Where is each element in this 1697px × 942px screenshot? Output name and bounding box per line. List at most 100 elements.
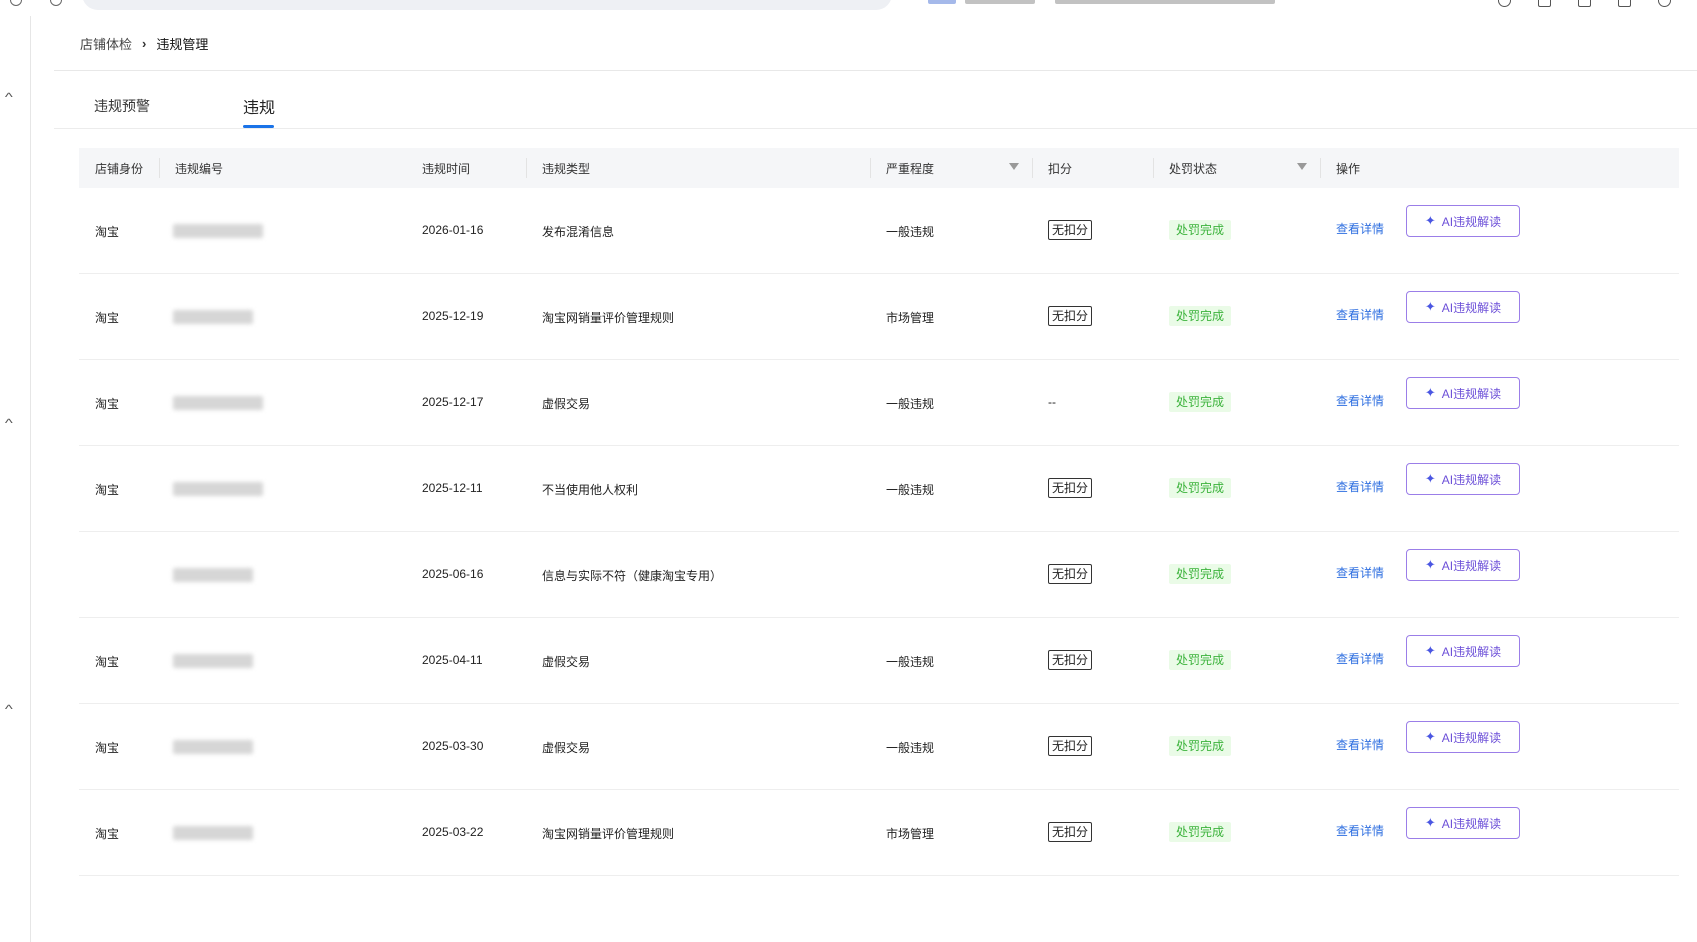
toolbar-icon[interactable] — [1498, 0, 1511, 7]
view-detail-link[interactable]: 查看详情 — [1336, 564, 1384, 581]
status-badge: 处罚完成 — [1169, 392, 1232, 412]
view-detail-link[interactable]: 查看详情 — [1336, 822, 1384, 839]
filter-icon[interactable] — [1297, 163, 1307, 170]
back-icon[interactable] — [10, 0, 22, 6]
toolbar-icon[interactable] — [1578, 0, 1591, 7]
header-status: 处罚状态 — [1169, 162, 1218, 176]
sparkle-icon: ✦ — [1424, 471, 1436, 486]
divider — [54, 70, 1697, 71]
sparkle-icon: ✦ — [1424, 213, 1436, 228]
cell-severity: 一般违规 — [886, 483, 935, 497]
view-detail-link[interactable]: 查看详情 — [1336, 478, 1384, 495]
browser-toolbar — [0, 0, 1697, 16]
blurred-code — [173, 654, 253, 668]
view-detail-link[interactable]: 查看详情 — [1336, 736, 1384, 753]
browser-tab-indicator[interactable] — [965, 0, 1035, 4]
cell-identity: 淘宝 — [95, 483, 120, 497]
ai-button-label: AI违规解读 — [1441, 300, 1502, 315]
sparkle-icon: ✦ — [1424, 729, 1436, 744]
ai-interpret-button[interactable]: ✦ AI违规解读 — [1406, 205, 1520, 237]
tab-violation-warning[interactable]: 违规预警 — [94, 96, 150, 116]
table-row: 淘宝 2026-01-16 发布混淆信息 一般违规 无扣分 处罚完成 查看详情 … — [79, 188, 1679, 274]
ai-interpret-button[interactable]: ✦ AI违规解读 — [1406, 807, 1520, 839]
ai-interpret-button[interactable]: ✦ AI违规解读 — [1406, 291, 1520, 323]
cell-type: 淘宝网销量评价管理规则 — [542, 311, 675, 325]
deduction-badge: 无扣分 — [1048, 478, 1093, 498]
breadcrumb-separator: › — [142, 36, 147, 51]
cell-time: 2025-06-16 — [422, 567, 484, 581]
status-badge: 处罚完成 — [1169, 220, 1232, 240]
chevron-up-icon[interactable]: ^ — [5, 702, 13, 716]
cell-type: 淘宝网销量评价管理规则 — [542, 827, 675, 841]
cell-identity: 淘宝 — [95, 225, 120, 239]
ai-button-label: AI违规解读 — [1441, 730, 1502, 745]
blurred-code — [173, 310, 253, 324]
breadcrumb: 店铺体检 › 违规管理 — [80, 34, 208, 53]
status-badge: 处罚完成 — [1169, 306, 1232, 326]
blurred-code — [173, 482, 263, 496]
info-icon[interactable] — [50, 0, 62, 6]
status-badge: 处罚完成 — [1169, 478, 1232, 498]
column-divider — [1032, 158, 1033, 178]
blurred-code — [173, 740, 253, 754]
ai-interpret-button[interactable]: ✦ AI违规解读 — [1406, 377, 1520, 409]
deduction-badge: 无扣分 — [1048, 650, 1093, 670]
cell-identity: 淘宝 — [95, 741, 120, 755]
view-detail-link[interactable]: 查看详情 — [1336, 306, 1384, 323]
ai-button-label: AI违规解读 — [1441, 214, 1502, 229]
address-bar[interactable] — [82, 0, 892, 10]
deduction-badge: 无扣分 — [1048, 306, 1093, 326]
tab-violation[interactable]: 违规 — [243, 94, 275, 118]
browser-tab-indicator[interactable] — [928, 0, 956, 4]
ai-interpret-button[interactable]: ✦ AI违规解读 — [1406, 721, 1520, 753]
column-divider — [526, 158, 527, 178]
sparkle-icon: ✦ — [1424, 815, 1436, 830]
toolbar-icon[interactable] — [1538, 0, 1551, 7]
cell-identity: 淘宝 — [95, 655, 120, 669]
ai-button-label: AI违规解读 — [1441, 472, 1502, 487]
cell-time: 2025-12-17 — [422, 395, 484, 409]
chevron-up-icon[interactable]: ^ — [5, 90, 13, 104]
ai-interpret-button[interactable]: ✦ AI违规解读 — [1406, 549, 1520, 581]
cell-identity: 淘宝 — [95, 397, 120, 411]
cell-time: 2025-03-22 — [422, 825, 484, 839]
cell-severity: 市场管理 — [886, 311, 935, 325]
ai-button-label: AI违规解读 — [1441, 644, 1502, 659]
deduction-badge: 无扣分 — [1048, 736, 1093, 756]
table-row: 淘宝 2025-03-22 淘宝网销量评价管理规则 市场管理 无扣分 处罚完成 … — [79, 790, 1679, 876]
browser-tab-indicator[interactable] — [1055, 0, 1275, 4]
toolbar-icon[interactable] — [1618, 0, 1631, 7]
blurred-code — [173, 826, 253, 840]
header-severity: 严重程度 — [886, 162, 935, 176]
filter-icon[interactable] — [1009, 163, 1019, 170]
status-badge: 处罚完成 — [1169, 736, 1232, 756]
sparkle-icon: ✦ — [1424, 557, 1436, 572]
blurred-code — [173, 224, 263, 238]
ai-interpret-button[interactable]: ✦ AI违规解读 — [1406, 635, 1520, 667]
cell-severity: 一般违规 — [886, 225, 935, 239]
cell-identity: 淘宝 — [95, 311, 120, 325]
ai-interpret-button[interactable]: ✦ AI违规解读 — [1406, 463, 1520, 495]
column-divider — [1153, 158, 1154, 178]
cell-time: 2025-12-11 — [422, 481, 483, 495]
column-divider — [1320, 158, 1321, 178]
ai-button-label: AI违规解读 — [1441, 386, 1502, 401]
cell-type: 信息与实际不符（健康淘宝专用） — [542, 569, 723, 583]
chevron-up-icon[interactable]: ^ — [5, 416, 13, 430]
violation-table: 店铺身份 违规编号 违规时间 违规类型 严重程度 扣分 处罚状态 操作 淘宝 2… — [79, 148, 1679, 876]
header-deduction: 扣分 — [1048, 162, 1073, 176]
cell-type: 发布混淆信息 — [542, 225, 615, 239]
view-detail-link[interactable]: 查看详情 — [1336, 650, 1384, 667]
table-row: 淘宝 2025-12-11 不当使用他人权利 一般违规 无扣分 处罚完成 查看详… — [79, 446, 1679, 532]
cell-time: 2025-04-11 — [422, 653, 483, 667]
cell-type: 虚假交易 — [542, 397, 591, 411]
status-badge: 处罚完成 — [1169, 822, 1232, 842]
cell-severity: 一般违规 — [886, 741, 935, 755]
table-row: 2025-06-16 信息与实际不符（健康淘宝专用） 无扣分 处罚完成 查看详情… — [79, 532, 1679, 618]
breadcrumb-link-store-check[interactable]: 店铺体检 — [80, 34, 132, 53]
blurred-code — [173, 568, 253, 582]
cell-type: 不当使用他人权利 — [542, 483, 639, 497]
toolbar-icon[interactable] — [1658, 0, 1671, 7]
view-detail-link[interactable]: 查看详情 — [1336, 392, 1384, 409]
view-detail-link[interactable]: 查看详情 — [1336, 220, 1384, 237]
